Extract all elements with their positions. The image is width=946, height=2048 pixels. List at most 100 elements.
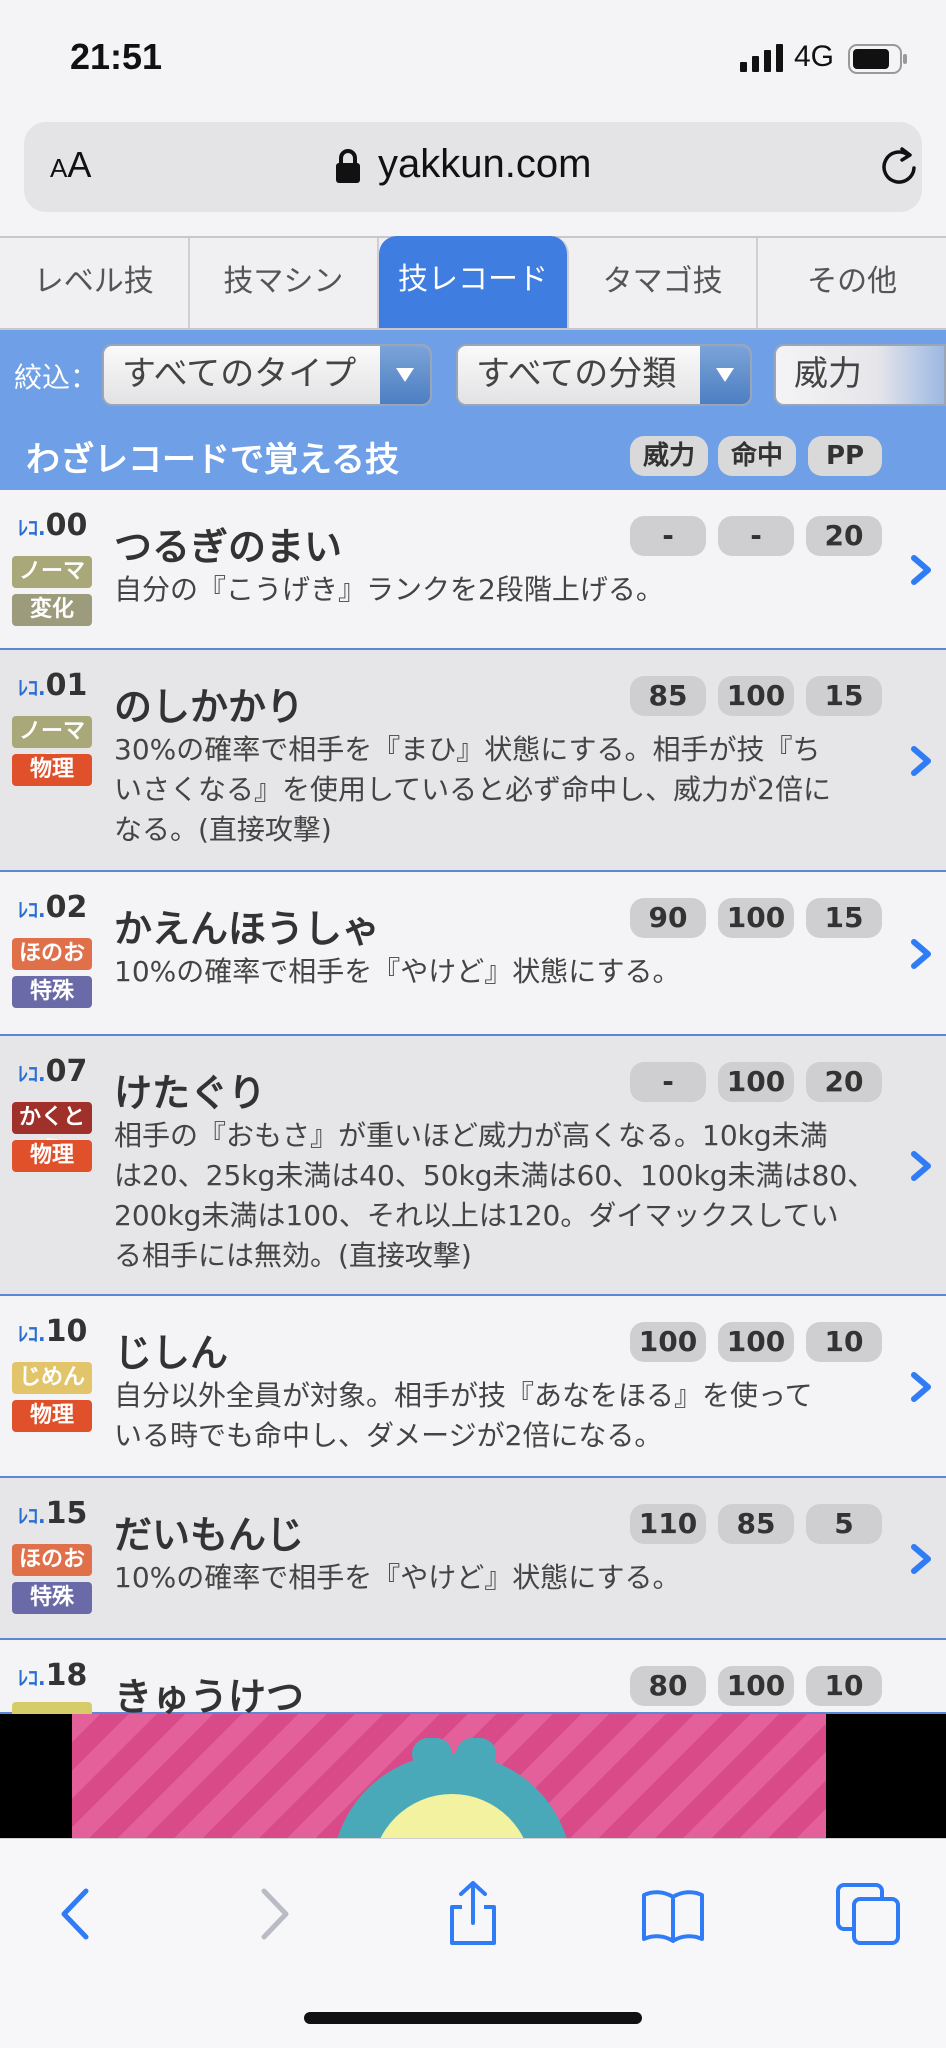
type-select-value: すべてのタイプ bbox=[122, 354, 357, 394]
ad-image[interactable] bbox=[72, 1714, 826, 1838]
move-description: 10%の確率で相手を『やけど』状態にする。 bbox=[114, 952, 884, 992]
chevron-right-icon[interactable] bbox=[906, 1151, 936, 1181]
move-pp: 10 bbox=[806, 1666, 882, 1706]
tab-tm[interactable]: 技マシン bbox=[190, 238, 380, 328]
move-accuracy: 100 bbox=[718, 1322, 794, 1362]
description-line: は20、25kg未満は40、50kg未満は60、100kg未満は80、 bbox=[114, 1159, 876, 1192]
move-power: - bbox=[630, 1062, 706, 1102]
battery-icon bbox=[848, 44, 907, 74]
move-name[interactable]: きゅうけつ bbox=[114, 1666, 304, 1721]
description-line: る相手には無効。(直接攻撃) bbox=[114, 1239, 472, 1272]
move-power: - bbox=[630, 516, 706, 556]
category-select[interactable]: すべての分類 bbox=[456, 344, 752, 406]
tab-level[interactable]: レベル技 bbox=[0, 238, 190, 328]
move-row[interactable]: ﾚｺ.00ノーマル変化つるぎのまい--20自分の『こうげき』ランクを2段階上げる… bbox=[0, 490, 946, 650]
tab-other[interactable]: その他 bbox=[758, 238, 946, 328]
move-accuracy: 100 bbox=[718, 676, 794, 716]
col-pp-header: PP bbox=[808, 436, 882, 476]
move-name[interactable]: かえんほうしゃ bbox=[114, 898, 380, 953]
col-power-header: 威力 bbox=[630, 436, 708, 476]
filter-label: 絞込： bbox=[14, 361, 99, 394]
move-description: 相手の『おもさ』が重いほど威力が高くなる。10kg未満は20、25kg未満は40… bbox=[114, 1116, 884, 1276]
sort-select-value: 威力 bbox=[794, 354, 862, 394]
move-description: 自分の『こうげき』ランクを2段階上げる。 bbox=[114, 570, 884, 610]
chevron-right-icon[interactable] bbox=[906, 555, 936, 585]
move-pp: 5 bbox=[806, 1504, 882, 1544]
tab-tr[interactable]: 技レコード bbox=[379, 236, 569, 328]
chevron-right-icon[interactable] bbox=[906, 1372, 936, 1402]
tabs-icon[interactable] bbox=[834, 1879, 904, 1949]
chevron-down-icon bbox=[700, 346, 750, 404]
move-power: 100 bbox=[630, 1322, 706, 1362]
description-line: 自分以外全員が対象。相手が技『あなをほる』を使って bbox=[114, 1379, 813, 1412]
section-title: わざレコードで覚える技 bbox=[26, 440, 399, 480]
category-badge: 物理 bbox=[12, 754, 92, 786]
move-row[interactable]: ﾚｺ.02 ほのお特殊 かえんほうしゃ 90 100 15 10%の確率で相手を『やけど』状… bbox=[0, 872, 946, 1036]
lock-icon bbox=[336, 149, 360, 183]
description-line: 10%の確率で相手を『やけど』状態にする。 bbox=[114, 1561, 681, 1594]
move-tabs: レベル技 技マシン 技レコード タマゴ技 その他 bbox=[0, 236, 946, 330]
move-power: 110 bbox=[630, 1504, 706, 1544]
move-power: 90 bbox=[630, 898, 706, 938]
status-time: 21:51 bbox=[70, 36, 163, 77]
description-line: 10%の確率で相手を『やけど』状態にする。 bbox=[114, 955, 681, 988]
tab-egg[interactable]: タマゴ技 bbox=[569, 238, 759, 328]
type-badge: ほのお bbox=[12, 938, 92, 970]
category-select-value: すべての分類 bbox=[476, 354, 677, 394]
move-row[interactable]: ﾚｺ.10 じめん 物理 じしん 100 100 10 自分以外全員が対象。相手が技『あなをほ… bbox=[0, 1296, 946, 1478]
description-line: 自分の『こうげき』ランクを2段階上げる。 bbox=[114, 573, 664, 606]
move-accuracy: 100 bbox=[718, 1666, 794, 1706]
reload-icon[interactable] bbox=[876, 144, 922, 190]
back-icon[interactable] bbox=[42, 1879, 112, 1949]
type-badge: かくとう bbox=[12, 1102, 92, 1162]
move-row[interactable]: ﾚｺ.18 きゅうけつ 80 100 10 bbox=[0, 1640, 946, 1734]
move-pp: 15 bbox=[806, 676, 882, 716]
move-name[interactable]: けたぐり bbox=[114, 1062, 266, 1117]
move-row[interactable]: ﾚｺ.07 かくとう物理けたぐり -100 20 相手の『おもさ』が重いほど威力が高くな… bbox=[0, 1036, 946, 1296]
move-row[interactable]: ﾚｺ.01 ノーマル物理のしかかり 85 100 15 30%の確率で相手を『まひ』状態に… bbox=[0, 650, 946, 872]
filter-bar: 絞込： すべてのタイプ すべての分類 威力 bbox=[0, 330, 946, 420]
description-line: なる。(直接攻撃) bbox=[114, 813, 332, 846]
move-number: ﾚｺ.18 bbox=[18, 1658, 88, 1693]
signal-icon bbox=[740, 44, 783, 72]
address-bar[interactable]: AA yakkun.com bbox=[24, 122, 922, 212]
move-power: 80 bbox=[630, 1666, 706, 1706]
bookmarks-icon[interactable] bbox=[638, 1879, 708, 1949]
chevron-down-icon bbox=[380, 346, 430, 404]
category-badge: 変化 bbox=[12, 594, 92, 626]
category-badge: 特殊 bbox=[12, 976, 92, 1008]
forward-icon[interactable] bbox=[238, 1879, 308, 1949]
move-name[interactable]: つるぎのまい bbox=[114, 516, 342, 571]
move-description: 自分以外全員が対象。相手が技『あなをほる』を使って いる時でも命中し、ダメージが2… bbox=[114, 1376, 884, 1456]
move-number: ﾚｺ.02 bbox=[18, 890, 88, 925]
description-line: いる時でも命中し、ダメージが2倍になる。 bbox=[114, 1419, 663, 1452]
text-size-button[interactable]: AA bbox=[50, 144, 91, 186]
chevron-right-icon[interactable] bbox=[906, 1544, 936, 1574]
move-accuracy: 100 bbox=[718, 1062, 794, 1102]
move-accuracy: 100 bbox=[718, 898, 794, 938]
move-description: 30%の確率で相手を『まひ』状態にする。相手が技『ち いさくなる』を使用していると… bbox=[114, 730, 884, 850]
url-domain[interactable]: yakkun.com bbox=[378, 142, 591, 187]
move-name[interactable]: のしかかり bbox=[114, 676, 304, 731]
move-name[interactable]: だいもんじ bbox=[114, 1504, 304, 1559]
type-badge: ノーマル bbox=[12, 716, 92, 776]
move-accuracy: 85 bbox=[718, 1504, 794, 1544]
type-badge: ほのお bbox=[12, 1544, 92, 1576]
category-badge: 特殊 bbox=[12, 1582, 92, 1614]
move-row[interactable]: ﾚｺ.15 ほのお 特殊 だいもんじ 110 85 5 10%の確率で相手を『やけど』状態にす… bbox=[0, 1478, 946, 1640]
move-name[interactable]: じしん bbox=[114, 1322, 228, 1377]
move-number: ﾚｺ.10 bbox=[18, 1314, 88, 1349]
share-icon[interactable] bbox=[438, 1879, 508, 1949]
description-line: 相手の『おもさ』が重いほど威力が高くなる。10kg未満 bbox=[114, 1119, 828, 1152]
type-badge: じめん bbox=[12, 1362, 92, 1394]
move-power: 85 bbox=[630, 676, 706, 716]
chevron-right-icon[interactable] bbox=[906, 939, 936, 969]
ad-banner[interactable] bbox=[0, 1714, 946, 1838]
move-accuracy: - bbox=[718, 516, 794, 556]
move-pp: 15 bbox=[806, 898, 882, 938]
sort-select[interactable]: 威力 bbox=[774, 344, 946, 406]
move-pp: 20 bbox=[806, 516, 882, 556]
chevron-right-icon[interactable] bbox=[906, 746, 936, 776]
type-select[interactable]: すべてのタイプ bbox=[102, 344, 432, 406]
home-indicator bbox=[304, 2012, 642, 2024]
